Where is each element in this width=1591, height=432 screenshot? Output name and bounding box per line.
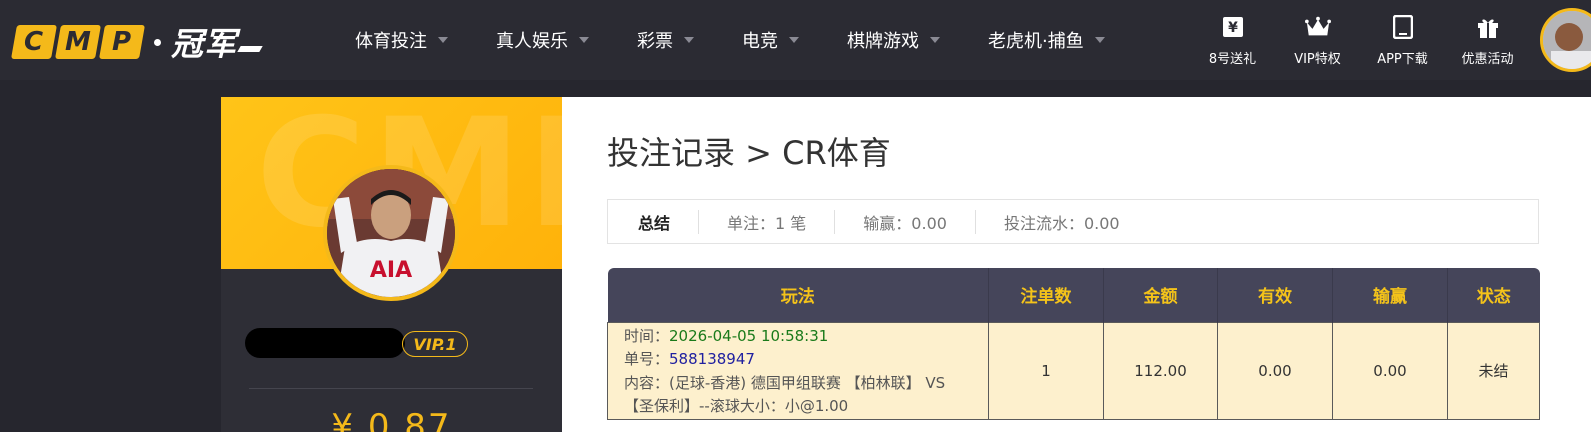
quick-link-label: VIP特权: [1294, 52, 1341, 67]
brand-logo[interactable]: C M P 冠军: [11, 24, 263, 63]
nav-label: 真人娱乐: [496, 31, 568, 52]
nav-label: 体育投注: [355, 31, 427, 52]
nav-label: 电竞: [742, 31, 778, 52]
tablet-icon: [1390, 14, 1416, 40]
bet-win-loss-cell: 0.00: [1332, 321, 1448, 420]
logo-dot: [154, 38, 161, 46]
quick-link-label: 8号送礼: [1208, 52, 1257, 67]
main-nav: 体育投注 真人娱乐 彩票 电竞 棋牌游戏 老虎机·捕鱼: [355, 0, 1153, 80]
nav-item-lottery[interactable]: 彩票: [637, 27, 694, 53]
chevron-down-icon: [684, 37, 694, 43]
bet-amount-cell: 112.00: [1103, 321, 1218, 420]
bet-detail-cell: 时间：2026-04-05 10:58:31 单号：588138947 内容：(…: [607, 321, 989, 420]
logo-letter-box: C: [11, 25, 57, 59]
summary-win-loss: 输赢：0.00: [835, 209, 976, 234]
col-header-valid: 有效: [1217, 268, 1333, 322]
bet-records-table: 玩法 注单数 金额 有效 输赢 状态 时间：2026-04-05 10:58:3…: [607, 268, 1540, 420]
nav-label: 棋牌游戏: [847, 31, 919, 52]
svg-text:¥: ¥: [1228, 20, 1238, 36]
quick-link-label: 优惠活动: [1461, 52, 1514, 67]
quick-link-vip[interactable]: VIP特权: [1275, 14, 1360, 67]
bet-valid-cell: 0.00: [1217, 321, 1333, 420]
summary-turnover: 投注流水：0.00: [1003, 213, 1120, 233]
bet-count-cell: 1: [988, 321, 1104, 420]
col-header-bet-type: 玩法: [607, 268, 989, 322]
bet-time-value: 2026-04-05 10:58:31: [669, 326, 829, 345]
main-content: 投注记录 > CR体育 总结 单注：1 笔 输赢：0.00 投注流水：0.00 …: [562, 97, 1591, 432]
summary-single-bets: 单注：1 笔: [699, 209, 836, 234]
logo-underline-mark: [237, 46, 263, 52]
chevron-down-icon: [438, 37, 448, 43]
nav-label: 老虎机·捕鱼: [988, 31, 1084, 52]
quick-link-label: APP下载: [1377, 52, 1428, 67]
logo-letter-box: P: [99, 25, 145, 59]
profile-avatar[interactable]: AIA: [323, 165, 459, 301]
bet-order-label: 单号：: [624, 350, 670, 368]
vip-level-badge: VIP.1: [402, 331, 468, 357]
logo-letter: P: [112, 27, 132, 57]
col-header-bet-count: 注单数: [988, 268, 1104, 322]
header-user-avatar[interactable]: [1540, 8, 1591, 72]
quick-link-app-download[interactable]: APP下载: [1360, 14, 1445, 67]
chevron-down-icon: [1094, 37, 1105, 43]
quick-link-promotions[interactable]: 优惠活动: [1445, 14, 1530, 67]
top-header: C M P 冠军 体育投注 真人娱乐 彩票 电竞 棋牌游戏 老虎机·捕鱼 ¥ 8…: [0, 0, 1591, 80]
nav-label: 彩票: [637, 31, 673, 52]
yen-gift-icon: ¥: [1220, 14, 1246, 40]
bet-order-line: 单号：588138947: [624, 348, 988, 372]
nav-item-card-games[interactable]: 棋牌游戏: [847, 27, 940, 53]
logo-letter: C: [24, 27, 44, 57]
chevron-down-icon: [789, 37, 799, 43]
col-header-win-loss: 输赢: [1332, 268, 1448, 322]
bet-time-label: 时间：: [624, 326, 670, 345]
chevron-down-icon: [930, 37, 940, 43]
nav-item-esports[interactable]: 电竞: [742, 27, 799, 53]
bet-order-number[interactable]: 588138947: [669, 350, 755, 368]
logo-letter: M: [65, 27, 91, 57]
logo-letter-box: M: [55, 25, 101, 59]
quick-link-gift[interactable]: ¥ 8号送礼: [1190, 14, 1275, 67]
table-row[interactable]: 时间：2026-04-05 10:58:31 单号：588138947 内容：(…: [607, 321, 1540, 420]
header-quick-links: ¥ 8号送礼 VIP特权 APP下载 优惠活动: [1190, 14, 1530, 67]
bet-content-line-2: 【圣保利】--滚球大小：小@1.00: [624, 397, 849, 415]
nav-item-sports[interactable]: 体育投注: [355, 27, 448, 53]
username-redacted: [245, 328, 405, 358]
crown-icon: [1304, 14, 1331, 40]
col-header-amount: 金额: [1103, 268, 1218, 322]
bet-status-cell: 未结: [1447, 321, 1540, 420]
bet-content-line-1: 内容：(足球-香港) 德国甲组联赛 【柏林联】 VS: [624, 373, 946, 392]
svg-text:AIA: AIA: [370, 258, 412, 283]
sidebar-divider: [249, 388, 533, 389]
avatar-photo: [1543, 11, 1591, 69]
user-sidebar: CMP AIA VIP.1 ¥ 0.87: [221, 97, 562, 432]
bet-summary-bar: 总结 单注：1 笔 输赢：0.00 投注流水：0.00: [607, 199, 1539, 244]
bet-time-line: 时间：2026-04-05 10:58:31: [624, 325, 988, 349]
gift-icon: [1475, 14, 1501, 40]
avatar-photo: AIA: [327, 169, 455, 297]
col-header-status: 状态: [1447, 268, 1540, 322]
nav-item-live-casino[interactable]: 真人娱乐: [496, 27, 589, 53]
nav-item-slots-fishing[interactable]: 老虎机·捕鱼: [988, 27, 1105, 53]
table-header-row: 玩法 注单数 金额 有效 输赢 状态: [607, 268, 1540, 322]
wallet-balance: ¥ 0.87: [331, 407, 452, 432]
page-title: 投注记录 > CR体育: [607, 134, 891, 172]
logo-text: 冠军: [171, 25, 238, 63]
chevron-down-icon: [579, 37, 589, 43]
summary-label: 总结: [608, 209, 700, 234]
